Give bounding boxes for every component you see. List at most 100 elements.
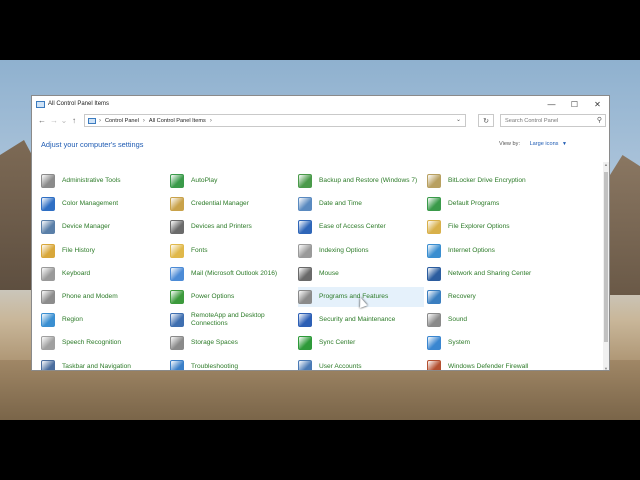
control-panel-item[interactable]: Power Options [170,287,296,307]
item-label: Devices and Printers [191,223,252,231]
scroll-up-icon[interactable]: ▲ [603,162,609,167]
item-label: Windows Defender Firewall [448,362,529,370]
item-label: System [448,339,470,347]
mail-icon [170,266,184,281]
control-panel-window: All Control Panel Items — ☐ ✕ ← → ⌄ ↑ › … [31,95,610,371]
item-label: Keyboard [62,269,91,277]
ease-of-access-icon [298,220,312,235]
control-panel-item[interactable]: System [427,333,567,353]
item-label: Security and Maintenance [319,316,396,324]
keyboard-icon [41,266,55,281]
item-label: Administrative Tools [62,177,121,184]
item-label: Ease of Access Center [319,223,386,231]
scroll-thumb[interactable] [604,172,608,342]
vertical-scrollbar[interactable]: ▲ ▼ [603,162,609,370]
control-panel-item[interactable]: Credential Manager [170,194,296,214]
item-label: Sync Center [319,339,356,347]
item-label: Mouse [319,269,339,277]
item-label: File Explorer Options [448,223,510,231]
item-label: Backup and Restore (Windows 7) [319,177,418,184]
control-panel-item[interactable]: Phone and Modem [41,287,167,307]
device-manager-icon [41,220,55,235]
item-label: RemoteApp and Desktop Connections [191,312,265,328]
control-panel-item[interactable]: Keyboard [41,264,167,284]
sound-icon [427,313,441,328]
item-label: Default Programs [448,200,500,208]
control-panel-item[interactable]: Mouse [298,264,424,284]
control-panel-item[interactable]: Region [41,310,167,330]
control-panel-item[interactable]: Troubleshooting [170,357,296,370]
control-panel-item[interactable]: Network and Sharing Center [427,264,567,284]
item-label: Indexing Options [319,246,369,254]
item-label: Region [62,316,83,324]
backup-restore-icon [298,174,312,188]
user-accounts-icon [298,359,312,370]
network-sharing-icon [427,266,441,281]
admin-tools-icon [41,174,55,188]
control-panel-item[interactable]: Backup and Restore (Windows 7) [298,171,424,191]
color-management-icon [41,197,55,212]
storage-spaces-icon [170,336,184,351]
control-panel-item[interactable]: Storage Spaces [170,333,296,353]
control-panel-item[interactable]: Administrative Tools [41,171,167,191]
control-panel-item[interactable]: Security and Maintenance [298,310,424,330]
control-panel-item[interactable]: Sound [427,310,567,330]
mountain-right [605,155,640,295]
control-panel-item[interactable]: BitLocker Drive Encryption [427,171,567,191]
control-panel-item[interactable]: Internet Options [427,241,567,261]
item-label: Storage Spaces [191,339,238,347]
control-panel-item[interactable]: Date and Time [298,194,424,214]
control-panel-item[interactable]: File Explorer Options [427,217,567,237]
indexing-options-icon [298,243,312,258]
mouse-icon [298,266,312,281]
security-maintenance-icon [298,313,312,328]
control-panel-item[interactable]: RemoteApp and Desktop Connections [170,310,296,330]
item-label: Phone and Modem [62,293,118,300]
item-label: Troubleshooting [191,362,239,370]
control-panel-items: Administrative Tools Color Management Devi… [32,96,609,370]
control-panel-item[interactable]: Speech Recognition [41,333,167,353]
item-label: BitLocker Drive Encryption [448,177,526,184]
item-label: Speech Recognition [62,339,122,347]
control-panel-item[interactable]: Sync Center [298,333,424,353]
bitlocker-icon [427,174,441,188]
control-panel-item[interactable]: Windows Defender Firewall [427,357,567,370]
control-panel-item[interactable]: Indexing Options [298,241,424,261]
item-label: Network and Sharing Center [448,269,532,277]
item-label: Device Manager [62,223,111,231]
control-panel-item[interactable]: AutoPlay [170,171,296,191]
control-panel-item[interactable]: Color Management [41,194,167,214]
power-options-icon [170,290,184,304]
control-panel-item[interactable]: Ease of Access Center [298,217,424,237]
control-panel-item[interactable]: Taskbar and Navigation [41,357,167,370]
control-panel-item[interactable]: Mail (Microsoft Outlook 2016) [170,264,296,284]
speech-recognition-icon [41,336,55,351]
control-panel-item[interactable]: Devices and Printers [170,217,296,237]
control-panel-item[interactable]: File History [41,241,167,261]
firewall-icon [427,359,441,370]
item-label: File History [62,246,95,254]
programs-features-icon [298,290,312,304]
scroll-down-icon[interactable]: ▼ [603,366,609,370]
control-panel-item[interactable]: Device Manager [41,217,167,237]
file-history-icon [41,243,55,258]
item-label: AutoPlay [191,177,218,184]
remoteapp-icon [170,313,184,328]
region-icon [41,313,55,328]
default-programs-icon [427,197,441,212]
item-label: Credential Manager [191,200,249,208]
control-panel-item[interactable]: Fonts [170,241,296,261]
control-panel-item[interactable]: Default Programs [427,194,567,214]
item-label: Taskbar and Navigation [62,362,131,370]
date-time-icon [298,197,312,212]
control-panel-item[interactable]: Recovery [427,287,567,307]
item-label: Mail (Microsoft Outlook 2016) [191,269,278,277]
internet-options-icon [427,243,441,258]
fonts-icon [170,243,184,258]
sync-center-icon [298,336,312,351]
item-label: Recovery [448,293,476,300]
devices-printers-icon [170,220,184,235]
recovery-icon [427,290,441,304]
item-label: Sound [448,316,468,324]
control-panel-item[interactable]: User Accounts [298,357,424,370]
